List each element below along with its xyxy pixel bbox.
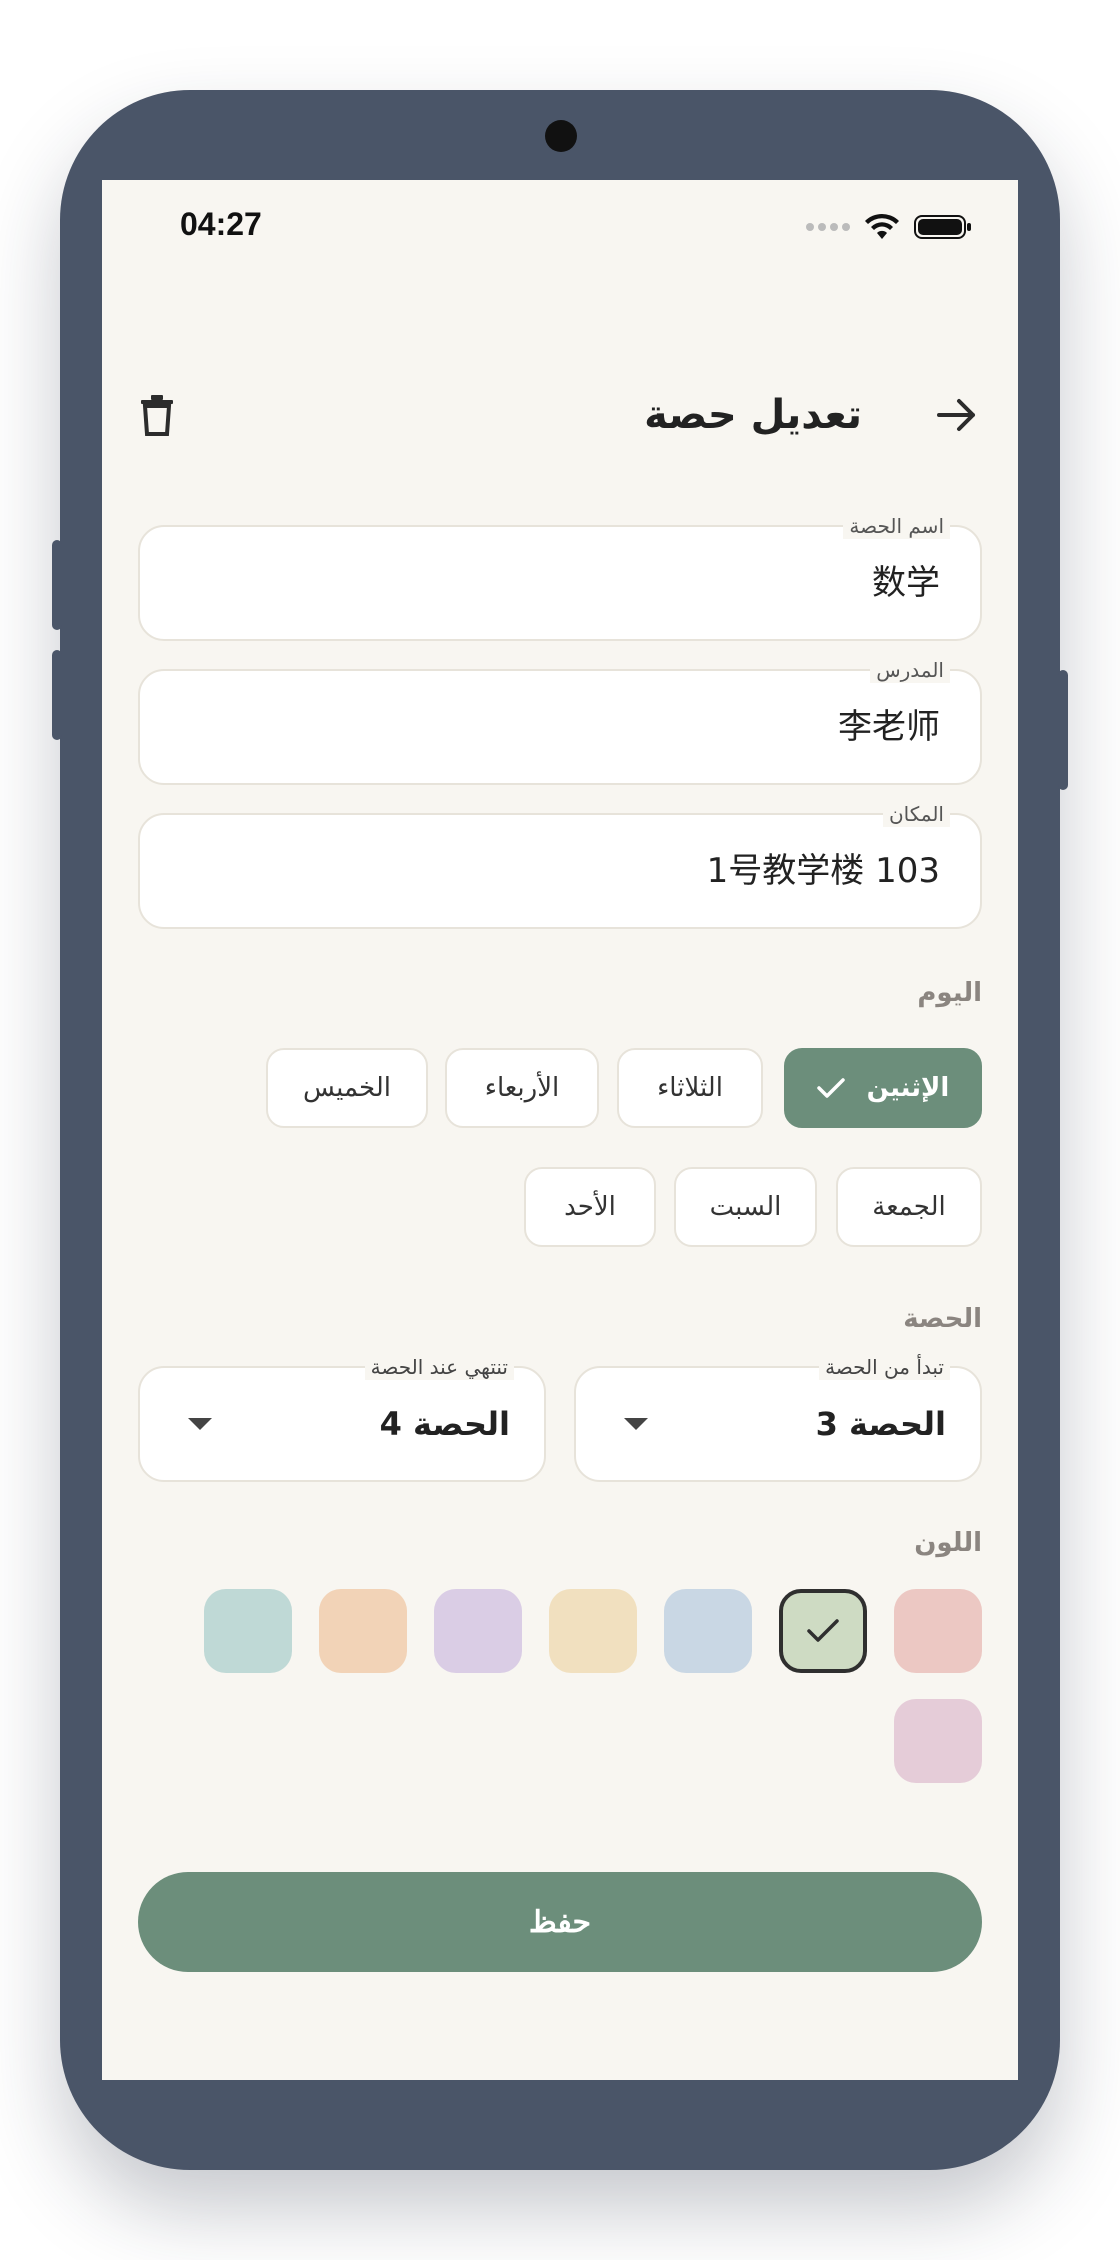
day-chip-label: الإثنين xyxy=(866,1073,950,1103)
end-period-value: الحصة 4 xyxy=(379,1405,510,1443)
day-chip-tuesday[interactable]: الثلاثاء xyxy=(617,1048,763,1128)
color-swatch[interactable] xyxy=(204,1589,292,1673)
day-chip-label: الجمعة xyxy=(872,1192,946,1222)
start-period-dropdown[interactable]: تبدأ من الحصة الحصة 3 xyxy=(574,1354,982,1482)
phone-frame: 04:27 تعديل حصة اسم الحصة 数学 المدرس 李老师 … xyxy=(52,90,1068,2170)
back-button[interactable] xyxy=(932,390,982,440)
class-name-field[interactable]: اسم الحصة 数学 xyxy=(138,513,982,641)
color-swatch[interactable] xyxy=(894,1699,982,1783)
day-chip-label: الثلاثاء xyxy=(657,1073,723,1103)
day-section-label: اليوم xyxy=(917,978,982,1008)
check-icon xyxy=(807,1619,839,1642)
day-chip-monday[interactable]: الإثنين xyxy=(784,1048,982,1128)
battery-icon xyxy=(914,215,971,239)
volume-down-button xyxy=(52,650,62,740)
check-icon xyxy=(816,1078,845,1098)
color-swatch[interactable] xyxy=(549,1589,637,1673)
dropdown-arrow-icon xyxy=(188,1418,212,1430)
day-chip-label: الأحد xyxy=(564,1192,616,1222)
color-swatch[interactable] xyxy=(894,1589,982,1673)
status-icons xyxy=(806,212,972,242)
day-chip-saturday[interactable]: السبت xyxy=(674,1167,817,1247)
volume-up-button xyxy=(52,540,62,630)
trash-icon xyxy=(141,395,173,436)
page-title: تعديل حصة xyxy=(644,392,862,438)
status-bar: 04:27 xyxy=(102,180,1018,280)
arrow-right-icon xyxy=(937,399,975,431)
location-field[interactable]: المكان 1号教学楼 103 xyxy=(138,801,982,929)
power-button xyxy=(1058,670,1068,790)
class-name-value: 数学 xyxy=(872,563,940,603)
day-chip-friday[interactable]: الجمعة xyxy=(836,1167,982,1247)
color-swatch-selected[interactable] xyxy=(779,1589,867,1673)
start-period-value: الحصة 3 xyxy=(815,1405,946,1443)
front-camera xyxy=(545,120,577,152)
color-swatch[interactable] xyxy=(434,1589,522,1673)
save-button[interactable]: حفظ xyxy=(138,1872,982,1972)
color-swatch[interactable] xyxy=(319,1589,407,1673)
color-section-label: اللون xyxy=(914,1528,982,1558)
location-value: 1号教学楼 103 xyxy=(706,851,940,891)
teacher-field[interactable]: المدرس 李老师 xyxy=(138,657,982,785)
end-period-dropdown[interactable]: تنتهي عند الحصة الحصة 4 xyxy=(138,1354,546,1482)
day-chip-label: الخميس xyxy=(303,1073,391,1103)
wifi-icon xyxy=(865,213,899,239)
delete-button[interactable] xyxy=(132,388,182,442)
day-chip-label: السبت xyxy=(709,1192,782,1222)
dropdown-arrow-icon xyxy=(624,1418,648,1430)
app-bar: تعديل حصة xyxy=(102,380,1018,450)
day-chip-label: الأربعاء xyxy=(484,1073,560,1103)
status-time: 04:27 xyxy=(180,206,262,242)
app-screen: 04:27 تعديل حصة اسم الحصة 数学 المدرس 李老师 … xyxy=(102,180,1018,2080)
period-section-label: الحصة xyxy=(903,1304,982,1334)
teacher-value: 李老师 xyxy=(838,707,940,747)
day-chip-sunday[interactable]: الأحد xyxy=(524,1167,656,1247)
color-swatch[interactable] xyxy=(664,1589,752,1673)
day-chip-thursday[interactable]: الخميس xyxy=(266,1048,428,1128)
day-chip-wednesday[interactable]: الأربعاء xyxy=(445,1048,599,1128)
signal-dots-icon xyxy=(806,223,850,231)
